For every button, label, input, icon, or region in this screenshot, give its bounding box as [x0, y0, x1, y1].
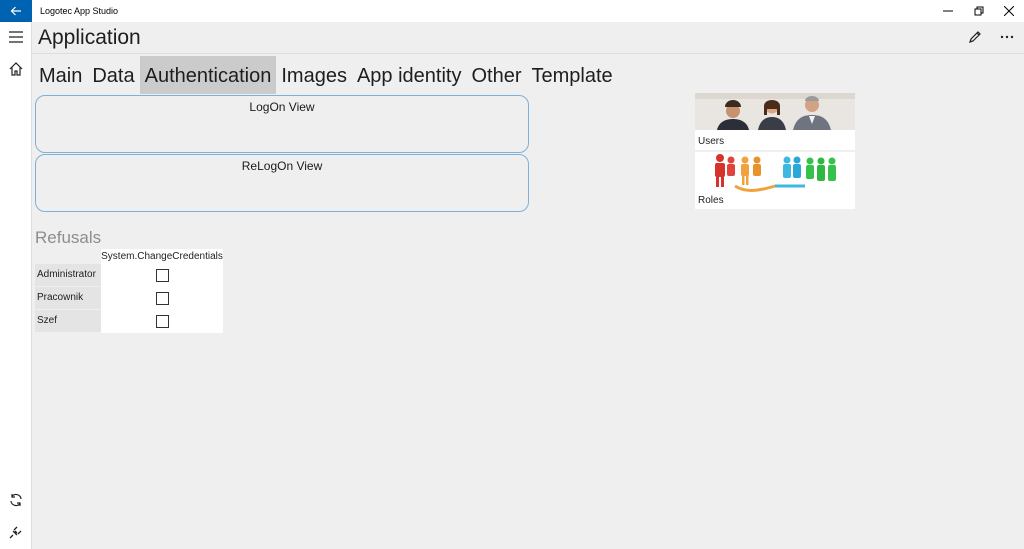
more-button[interactable] — [993, 26, 1021, 48]
close-icon — [1003, 6, 1014, 16]
roles-tile-label: Roles — [698, 195, 724, 206]
header-divider — [32, 53, 1024, 54]
table-row: Pracownik — [35, 287, 223, 310]
refusals-title: Refusals — [35, 228, 102, 247]
users-tile-label: Users — [698, 136, 725, 147]
tab-template[interactable]: Template — [527, 56, 618, 94]
minimize-icon — [942, 10, 953, 12]
tab-app-identity[interactable]: App identity — [352, 56, 467, 94]
table-row: Administrator — [35, 264, 223, 287]
minimize-button[interactable] — [932, 0, 963, 22]
back-button[interactable] — [0, 0, 32, 22]
title-bar: Logotec App Studio — [0, 0, 1024, 22]
checkbox[interactable] — [155, 292, 169, 305]
home-icon — [9, 62, 23, 76]
pencil-icon — [969, 31, 981, 43]
row-label: Administrator — [35, 264, 101, 286]
row-label: Szef — [35, 310, 101, 332]
tab-bar: Main Data Authentication Images App iden… — [34, 56, 618, 94]
menu-button[interactable] — [0, 22, 32, 52]
relogon-view-label: ReLogOn View — [241, 159, 323, 173]
plug-button[interactable] — [0, 517, 32, 547]
logon-view-label: LogOn View — [249, 100, 315, 114]
tab-other[interactable]: Other — [466, 56, 526, 94]
row-cell — [101, 287, 223, 310]
left-rail — [0, 22, 32, 549]
column-header: System.ChangeCredentials — [101, 249, 223, 264]
tab-authentication[interactable]: Authentication — [139, 56, 277, 94]
users-image — [695, 93, 855, 130]
sync-icon — [10, 493, 22, 507]
app-name: Logotec App Studio — [40, 6, 119, 16]
tab-images[interactable]: Images — [276, 56, 352, 94]
roles-tile[interactable]: Roles — [695, 152, 855, 209]
roles-image — [695, 152, 855, 192]
close-button[interactable] — [993, 0, 1024, 22]
restore-button[interactable] — [963, 0, 994, 22]
row-cell — [101, 264, 223, 287]
row-cell — [101, 310, 223, 333]
logon-view-box[interactable]: LogOn View — [35, 95, 529, 153]
checkbox[interactable] — [155, 315, 169, 328]
row-label: Pracownik — [35, 287, 101, 309]
edit-button[interactable] — [961, 26, 989, 48]
restore-icon — [974, 6, 983, 16]
page-title: Application — [38, 26, 141, 49]
sync-button[interactable] — [0, 485, 32, 515]
more-icon — [1000, 35, 1014, 39]
relogon-view-box[interactable]: ReLogOn View — [35, 154, 529, 212]
back-arrow-icon — [10, 6, 21, 16]
home-button[interactable] — [0, 54, 32, 84]
hamburger-icon — [9, 31, 23, 43]
table-row: Szef — [35, 310, 223, 333]
tab-main[interactable]: Main — [34, 56, 87, 94]
checkbox[interactable] — [155, 269, 169, 282]
tab-data[interactable]: Data — [87, 56, 139, 94]
plug-icon — [9, 526, 22, 539]
users-tile[interactable]: Users — [695, 93, 855, 150]
